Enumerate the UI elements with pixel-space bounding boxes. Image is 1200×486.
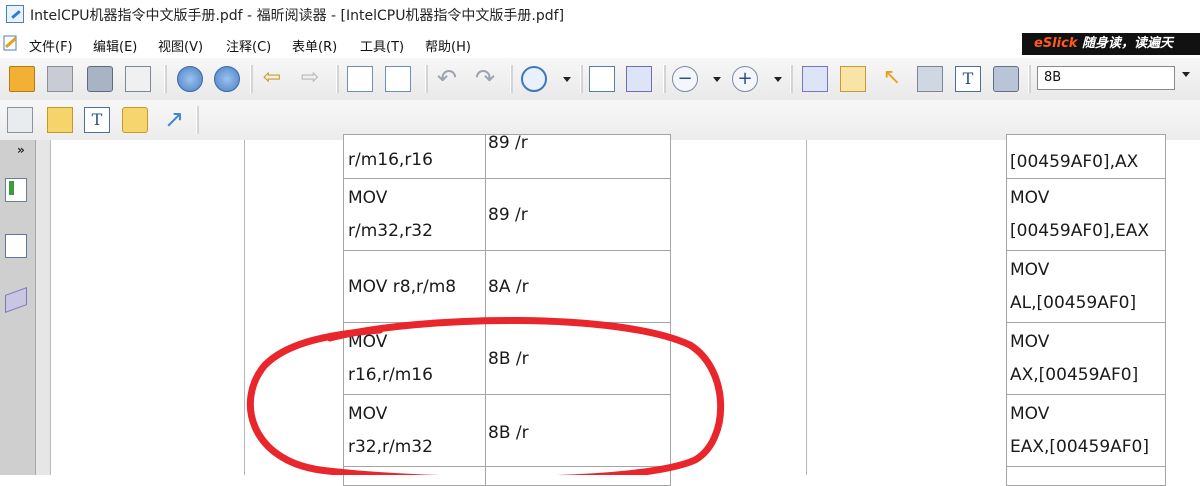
zoom-input[interactable]: 8B (1037, 66, 1175, 90)
table-cell (485, 466, 671, 486)
document-icon (2, 34, 20, 52)
toolbar-separator (250, 65, 253, 93)
reading-glasses-icon[interactable] (840, 66, 866, 92)
zoom-dropdown-icon[interactable] (1182, 72, 1190, 77)
zoom-in-dropdown-icon[interactable] (774, 77, 782, 82)
example-text: EAX,[00459AF0] (1010, 437, 1149, 457)
toolbar-separator (164, 65, 167, 93)
toolbar-separator (580, 65, 583, 93)
bookmark-panel-icon[interactable] (5, 178, 27, 202)
instruction-text: MOV (348, 332, 388, 352)
table-cell (1006, 466, 1166, 486)
zoom-tool-icon[interactable] (521, 66, 547, 92)
ad-banner[interactable]: eSlick 随身读，读遍天 (1022, 33, 1200, 55)
example-text: MOV (1010, 332, 1050, 352)
table-outer-line (806, 140, 807, 475)
hand-tool-icon[interactable] (802, 66, 828, 92)
instruction-text: r32,r/m32 (348, 437, 433, 457)
open-folder-icon[interactable] (9, 66, 35, 92)
opcode-text: 89 /r (488, 133, 528, 153)
toolbar-separator (790, 65, 793, 93)
menu-view[interactable]: 视图(V) (158, 36, 203, 55)
example-text: [00459AF0],AX (1010, 152, 1139, 172)
page-down-icon[interactable] (214, 66, 240, 92)
instruction-text: MOV (348, 404, 388, 424)
menu-bar: 文件(F) 编辑(E) 视图(V) 注释(C) 表单(R) 工具(T) 帮助(H… (0, 30, 1200, 59)
menu-file[interactable]: 文件(F) (29, 36, 73, 55)
app-icon (6, 5, 24, 23)
toolbar-separator (1028, 65, 1031, 93)
redo-icon[interactable]: ↷ (472, 66, 498, 92)
save-icon[interactable] (47, 66, 73, 92)
paste-page-icon[interactable] (385, 66, 411, 92)
expand-panel-icon[interactable]: » (17, 143, 25, 157)
menu-form[interactable]: 表单(R) (292, 36, 337, 55)
forward-arrow-icon[interactable]: ⇨ (297, 66, 323, 92)
fit-page-icon[interactable] (589, 66, 615, 92)
typewriter-icon[interactable]: T (84, 107, 110, 133)
note-edit-icon[interactable] (47, 107, 73, 133)
print-icon[interactable] (87, 66, 113, 92)
menu-edit[interactable]: 编辑(E) (93, 36, 137, 55)
toolbar-separator (510, 65, 513, 93)
zoom-out-dropdown-icon[interactable] (713, 77, 721, 82)
instruction-text: r16,r/m16 (348, 365, 433, 385)
toolbar-separator (663, 65, 666, 93)
select-cursor-icon[interactable]: ↖ (879, 66, 905, 92)
pencil-markup-icon[interactable] (7, 107, 33, 133)
instruction-text: MOV (348, 188, 388, 208)
email-icon[interactable] (125, 66, 151, 92)
window-title: IntelCPU机器指令中文版手册.pdf - 福昕阅读器 - [IntelCP… (30, 8, 565, 24)
table-outer-line (244, 140, 245, 475)
instruction-text: r/m32,r32 (348, 221, 433, 241)
opcode-text: 8B /r (488, 423, 529, 443)
example-text: AX,[00459AF0] (1010, 365, 1139, 385)
example-text: [00459AF0],EAX (1010, 221, 1149, 241)
undo-icon[interactable]: ↶ (434, 66, 460, 92)
arrow-annotation-icon[interactable]: ↗ (161, 107, 187, 133)
text-tool-icon[interactable]: T (955, 66, 981, 92)
example-text: MOV (1010, 404, 1050, 424)
zoom-tool-dropdown-icon[interactable] (563, 77, 571, 82)
menu-comment[interactable]: 注释(C) (226, 36, 271, 55)
zoom-in-icon[interactable]: + (732, 66, 758, 92)
example-text: AL,[00459AF0] (1010, 293, 1137, 313)
pages-panel-icon[interactable] (5, 234, 27, 258)
instruction-text: MOV r8,r/m8 (348, 277, 457, 297)
menu-help[interactable]: 帮助(H) (425, 36, 471, 55)
snapshot-camera-icon[interactable] (993, 66, 1019, 92)
fit-width-icon[interactable] (626, 66, 652, 92)
instruction-text: r/m16,r16 (348, 150, 433, 170)
toolbar-separator (336, 65, 339, 93)
ad-brand: eSlick (1034, 36, 1078, 51)
zoom-out-icon[interactable]: − (672, 66, 698, 92)
toolbar-separator (425, 65, 428, 93)
page-up-icon[interactable] (177, 66, 203, 92)
ad-text: 随身读，读遍天 (1077, 36, 1173, 51)
example-text: MOV (1010, 260, 1050, 280)
comment-icon[interactable] (122, 107, 148, 133)
toolbar-separator (196, 106, 199, 134)
opcode-text: 89 /r (488, 205, 528, 225)
opcode-text: 8A /r (488, 277, 529, 297)
opcode-text: 8B /r (488, 349, 529, 369)
main-toolbar: ⇦ ⇨ ↶ ↷ − + ↖ T (0, 58, 1200, 101)
table-cell (343, 466, 486, 486)
back-arrow-icon[interactable]: ⇦ (259, 66, 285, 92)
example-text: MOV (1010, 188, 1050, 208)
find-binoculars-icon[interactable] (917, 66, 943, 92)
title-bar: IntelCPU机器指令中文版手册.pdf - 福昕阅读器 - [IntelCP… (0, 0, 1200, 30)
menu-tools[interactable]: 工具(T) (360, 36, 404, 55)
copy-page-icon[interactable] (347, 66, 373, 92)
